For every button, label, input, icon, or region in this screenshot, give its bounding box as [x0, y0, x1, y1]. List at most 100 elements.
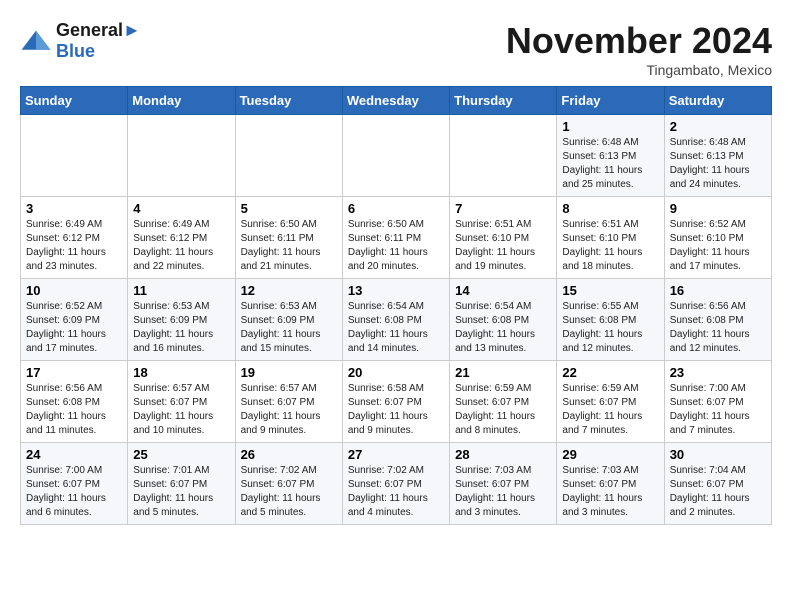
day-info: Sunrise: 6:58 AM Sunset: 6:07 PM Dayligh…: [348, 382, 444, 438]
calendar-cell: 29 Sunrise: 7:03 AM Sunset: 6:07 PM Dayli…: [557, 443, 664, 525]
day-info: Sunrise: 7:04 AM Sunset: 6:07 PM Dayligh…: [670, 464, 766, 520]
calendar-cell: 22 Sunrise: 6:59 AM Sunset: 6:07 PM Dayli…: [557, 361, 664, 443]
day-info: Sunrise: 7:01 AM Sunset: 6:07 PM Dayligh…: [133, 464, 229, 520]
day-info: Sunrise: 7:00 AM Sunset: 6:07 PM Dayligh…: [670, 382, 766, 438]
calendar-cell: [21, 115, 128, 197]
day-number: 9: [670, 201, 766, 216]
day-number: 24: [26, 447, 122, 462]
day-info: Sunrise: 6:59 AM Sunset: 6:07 PM Dayligh…: [562, 382, 658, 438]
calendar-cell: 6 Sunrise: 6:50 AM Sunset: 6:11 PM Daylig…: [342, 197, 449, 279]
day-number: 25: [133, 447, 229, 462]
title-area: November 2024 Tingambato, Mexico: [506, 20, 772, 78]
calendar-cell: 14 Sunrise: 6:54 AM Sunset: 6:08 PM Dayli…: [450, 279, 557, 361]
month-title: November 2024: [506, 20, 772, 62]
day-info: Sunrise: 7:00 AM Sunset: 6:07 PM Dayligh…: [26, 464, 122, 520]
day-number: 8: [562, 201, 658, 216]
calendar-cell: 1 Sunrise: 6:48 AM Sunset: 6:13 PM Daylig…: [557, 115, 664, 197]
weekday-header-monday: Monday: [128, 87, 235, 115]
day-number: 11: [133, 283, 229, 298]
day-number: 17: [26, 365, 122, 380]
day-number: 6: [348, 201, 444, 216]
day-info: Sunrise: 6:57 AM Sunset: 6:07 PM Dayligh…: [133, 382, 229, 438]
calendar-cell: 20 Sunrise: 6:58 AM Sunset: 6:07 PM Dayli…: [342, 361, 449, 443]
day-number: 22: [562, 365, 658, 380]
calendar-cell: 15 Sunrise: 6:55 AM Sunset: 6:08 PM Dayli…: [557, 279, 664, 361]
day-number: 14: [455, 283, 551, 298]
weekday-header-wednesday: Wednesday: [342, 87, 449, 115]
calendar-cell: 2 Sunrise: 6:48 AM Sunset: 6:13 PM Daylig…: [664, 115, 771, 197]
calendar-table: SundayMondayTuesdayWednesdayThursdayFrid…: [20, 86, 772, 525]
calendar-cell: 10Sunrise: 6:52 AM Sunset: 6:09 PM Dayli…: [21, 279, 128, 361]
day-info: Sunrise: 6:55 AM Sunset: 6:08 PM Dayligh…: [562, 300, 658, 356]
day-info: Sunrise: 6:49 AM Sunset: 6:12 PM Dayligh…: [26, 218, 122, 274]
calendar-cell: 9 Sunrise: 6:52 AM Sunset: 6:10 PM Daylig…: [664, 197, 771, 279]
day-number: 26: [241, 447, 337, 462]
day-info: Sunrise: 7:02 AM Sunset: 6:07 PM Dayligh…: [241, 464, 337, 520]
day-number: 20: [348, 365, 444, 380]
weekday-header-friday: Friday: [557, 87, 664, 115]
calendar-cell: 28 Sunrise: 7:03 AM Sunset: 6:07 PM Dayli…: [450, 443, 557, 525]
day-number: 19: [241, 365, 337, 380]
calendar-cell: 19 Sunrise: 6:57 AM Sunset: 6:07 PM Dayli…: [235, 361, 342, 443]
day-info: Sunrise: 6:48 AM Sunset: 6:13 PM Dayligh…: [670, 136, 766, 192]
day-number: 21: [455, 365, 551, 380]
day-info: Sunrise: 6:56 AM Sunset: 6:08 PM Dayligh…: [26, 382, 122, 438]
day-number: 5: [241, 201, 337, 216]
calendar-cell: [128, 115, 235, 197]
calendar-cell: 21 Sunrise: 6:59 AM Sunset: 6:07 PM Dayli…: [450, 361, 557, 443]
calendar-cell: 24 Sunrise: 7:00 AM Sunset: 6:07 PM Dayli…: [21, 443, 128, 525]
calendar-cell: 27Sunrise: 7:02 AM Sunset: 6:07 PM Dayli…: [342, 443, 449, 525]
weekday-header-saturday: Saturday: [664, 87, 771, 115]
day-info: Sunrise: 6:59 AM Sunset: 6:07 PM Dayligh…: [455, 382, 551, 438]
day-info: Sunrise: 7:03 AM Sunset: 6:07 PM Dayligh…: [455, 464, 551, 520]
weekday-header-tuesday: Tuesday: [235, 87, 342, 115]
calendar-cell: 30 Sunrise: 7:04 AM Sunset: 6:07 PM Dayli…: [664, 443, 771, 525]
location-subtitle: Tingambato, Mexico: [506, 62, 772, 78]
day-number: 1: [562, 119, 658, 134]
calendar-cell: 12 Sunrise: 6:53 AM Sunset: 6:09 PM Dayli…: [235, 279, 342, 361]
calendar-cell: 7 Sunrise: 6:51 AM Sunset: 6:10 PM Daylig…: [450, 197, 557, 279]
day-info: Sunrise: 7:02 AM Sunset: 6:07 PM Dayligh…: [348, 464, 444, 520]
day-info: Sunrise: 6:50 AM Sunset: 6:11 PM Dayligh…: [348, 218, 444, 274]
page-header: General► Blue November 2024 Tingambato, …: [20, 20, 772, 78]
logo-icon: [20, 27, 52, 55]
calendar-cell: 25 Sunrise: 7:01 AM Sunset: 6:07 PM Dayli…: [128, 443, 235, 525]
day-info: Sunrise: 6:53 AM Sunset: 6:09 PM Dayligh…: [241, 300, 337, 356]
calendar-cell: 23 Sunrise: 7:00 AM Sunset: 6:07 PM Dayli…: [664, 361, 771, 443]
calendar-cell: 5 Sunrise: 6:50 AM Sunset: 6:11 PM Daylig…: [235, 197, 342, 279]
day-number: 13: [348, 283, 444, 298]
calendar-cell: [235, 115, 342, 197]
day-info: Sunrise: 6:49 AM Sunset: 6:12 PM Dayligh…: [133, 218, 229, 274]
day-number: 29: [562, 447, 658, 462]
calendar-cell: [342, 115, 449, 197]
calendar-cell: 8Sunrise: 6:51 AM Sunset: 6:10 PM Daylig…: [557, 197, 664, 279]
day-number: 30: [670, 447, 766, 462]
day-info: Sunrise: 6:54 AM Sunset: 6:08 PM Dayligh…: [455, 300, 551, 356]
logo: General► Blue: [20, 20, 141, 62]
logo-text: General► Blue: [56, 20, 141, 62]
calendar-cell: 11 Sunrise: 6:53 AM Sunset: 6:09 PM Dayli…: [128, 279, 235, 361]
calendar-cell: 3 Sunrise: 6:49 AM Sunset: 6:12 PM Daylig…: [21, 197, 128, 279]
day-info: Sunrise: 6:54 AM Sunset: 6:08 PM Dayligh…: [348, 300, 444, 356]
day-number: 3: [26, 201, 122, 216]
day-info: Sunrise: 6:51 AM Sunset: 6:10 PM Dayligh…: [455, 218, 551, 274]
day-info: Sunrise: 6:48 AM Sunset: 6:13 PM Dayligh…: [562, 136, 658, 192]
day-number: 23: [670, 365, 766, 380]
calendar-cell: 18 Sunrise: 6:57 AM Sunset: 6:07 PM Dayli…: [128, 361, 235, 443]
day-number: 28: [455, 447, 551, 462]
day-info: Sunrise: 6:52 AM Sunset: 6:09 PM Dayligh…: [26, 300, 122, 356]
day-info: Sunrise: 6:50 AM Sunset: 6:11 PM Dayligh…: [241, 218, 337, 274]
day-number: 15: [562, 283, 658, 298]
day-info: Sunrise: 6:57 AM Sunset: 6:07 PM Dayligh…: [241, 382, 337, 438]
day-number: 4: [133, 201, 229, 216]
calendar-cell: [450, 115, 557, 197]
day-number: 12: [241, 283, 337, 298]
day-number: 7: [455, 201, 551, 216]
weekday-header-thursday: Thursday: [450, 87, 557, 115]
day-number: 18: [133, 365, 229, 380]
calendar-cell: 26 Sunrise: 7:02 AM Sunset: 6:07 PM Dayli…: [235, 443, 342, 525]
day-info: Sunrise: 6:52 AM Sunset: 6:10 PM Dayligh…: [670, 218, 766, 274]
day-info: Sunrise: 7:03 AM Sunset: 6:07 PM Dayligh…: [562, 464, 658, 520]
day-number: 2: [670, 119, 766, 134]
day-info: Sunrise: 6:53 AM Sunset: 6:09 PM Dayligh…: [133, 300, 229, 356]
